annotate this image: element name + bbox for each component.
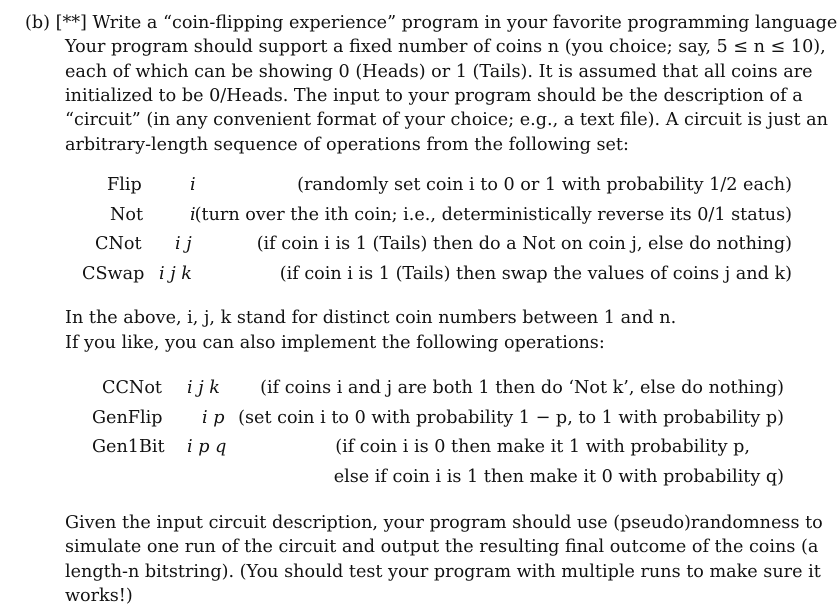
operation-row: Flip i (randomly set coin i to 0 or 1 wi… [82, 171, 792, 201]
operation-description: (turn over the ith coin; i.e., determini… [194, 204, 792, 225]
operation-description: (if coin i is 0 then make it 1 with prob… [335, 437, 750, 457]
operation-description: else if coin i is 1 then make it 0 with … [333, 466, 784, 487]
operation-row: else if coin i is 1 then make it 0 with … [92, 463, 784, 493]
operation-description: (randomly set coin i to 0 or 1 with prob… [297, 175, 792, 195]
operation-name: CNot [95, 234, 142, 254]
operation-args: i j [175, 234, 192, 254]
operation-row: CSwap i j k (if coin i is 1 (Tails) then… [82, 260, 792, 290]
middle-line: If you like, you can also implement the … [65, 332, 605, 353]
closing-line: Given the input circuit description, you… [65, 513, 823, 533]
closing-paragraph: Given the input circuit description, you… [65, 511, 823, 609]
operation-row: CCNot i j k (if coins i and j are both 1… [92, 374, 784, 404]
closing-line: works!) [65, 586, 133, 607]
operation-name: Not [110, 204, 144, 225]
intro-line: arbitrary-length sequence of operations … [65, 134, 629, 155]
middle-line: In the above, i, j, k stand for distinct… [65, 308, 677, 328]
operation-description: (if coin i is 1 (Tails) then do a Not on… [256, 234, 792, 254]
operation-name: Gen1Bit [92, 437, 165, 457]
closing-line: simulate one run of the circuit and outp… [65, 537, 819, 558]
operation-args: i [190, 175, 196, 195]
closing-line: length-n bitstring). (You should test yo… [65, 561, 821, 582]
operation-row: Not i (turn over the ith coin; i.e., det… [82, 201, 792, 231]
operation-description: (if coins i and j are both 1 then do ‘No… [260, 378, 784, 398]
operation-name: Flip [107, 175, 142, 195]
operation-args: i p q [187, 437, 227, 457]
intro-line: initialized to be 0/Heads. The input to … [65, 86, 803, 107]
operation-row: CNot i j (if coin i is 1 (Tails) then do… [82, 230, 792, 260]
operation-name: CSwap [82, 263, 145, 284]
operation-row: Gen1Bit i p q (if coin i is 0 then make … [92, 433, 784, 463]
operation-description: (set coin i to 0 with probability 1 − p,… [238, 407, 784, 428]
document-page: (b) [**] Write a “coin-flipping experien… [0, 0, 838, 616]
optional-operations-table: CCNot i j k (if coins i and j are both 1… [92, 374, 784, 492]
intro-line: each of which can be showing 0 (Heads) o… [65, 61, 813, 82]
intro-paragraph: (b) [**] Write a “coin-flipping experien… [25, 6, 838, 157]
operation-args: i j k [187, 378, 220, 398]
operation-description: (if coin i is 1 (Tails) then swap the va… [279, 263, 792, 284]
operation-name: GenFlip [92, 407, 163, 428]
operation-name: CCNot [102, 378, 162, 398]
operation-row: GenFlip i p (set coin i to 0 with probab… [92, 404, 784, 434]
intro-line: “circuit” (in any convenient format of y… [65, 110, 828, 131]
operation-args: i p [202, 407, 225, 428]
middle-paragraph: In the above, i, j, k stand for distinct… [65, 306, 676, 355]
intro-line: (b) [**] Write a “coin-flipping experien… [25, 12, 838, 33]
operation-args: i j k [159, 263, 192, 284]
required-operations-table: Flip i (randomly set coin i to 0 or 1 wi… [82, 171, 792, 289]
intro-line: Your program should support a fixed numb… [65, 37, 826, 58]
